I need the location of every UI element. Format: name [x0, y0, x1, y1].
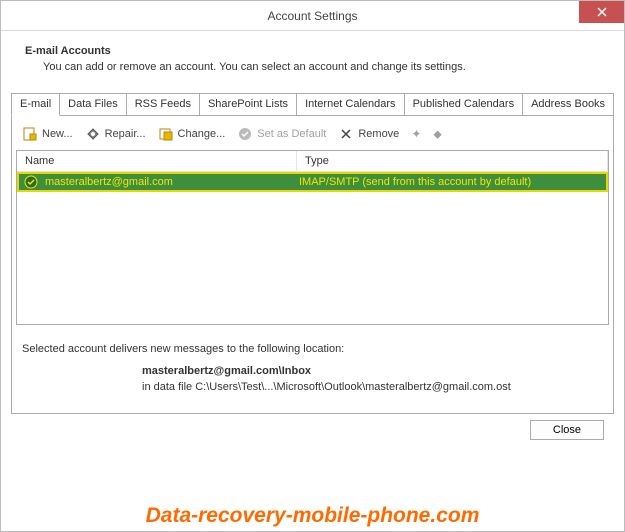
footer-info: Selected account delivers new messages t… [16, 325, 609, 409]
repair-icon [85, 126, 101, 142]
watermark: Data-recovery-mobile-phone.com [146, 504, 480, 528]
account-row[interactable]: masteralbertz@gmail.com IMAP/SMTP (send … [17, 172, 608, 192]
tab-published-calendars[interactable]: Published Calendars [404, 93, 524, 115]
tab-strip: E-mail Data Files RSS Feeds SharePoint L… [11, 93, 614, 116]
repair-label: Repair... [105, 128, 146, 140]
change-label: Change... [178, 128, 226, 140]
account-type: IMAP/SMTP (send from this account by def… [299, 176, 606, 188]
footer-location: masteralbertz@gmail.com\Inbox [22, 365, 603, 377]
tab-panel: New... Repair... Change... Set as Defaul… [11, 116, 614, 414]
change-button[interactable]: Change... [154, 124, 230, 144]
column-header-type[interactable]: Type [297, 151, 608, 171]
account-list: Name Type masteralbertz@gmail.com IMAP/S… [16, 150, 609, 325]
footer-intro: Selected account delivers new messages t… [22, 343, 603, 355]
window-close-button[interactable] [579, 1, 624, 23]
tab-data-files[interactable]: Data Files [59, 93, 127, 115]
header-section: E-mail Accounts You can add or remove an… [1, 31, 624, 93]
footer-datafile: in data file C:\Users\Test\...\Microsoft… [22, 381, 603, 393]
toolbar: New... Repair... Change... Set as Defaul… [16, 122, 609, 150]
remove-icon [338, 126, 354, 142]
tab-rss-feeds[interactable]: RSS Feeds [126, 93, 200, 115]
header-description: You can add or remove an account. You ca… [25, 61, 606, 73]
titlebar: Account Settings [1, 1, 624, 31]
set-default-button: Set as Default [233, 124, 330, 144]
new-button[interactable]: New... [18, 124, 77, 144]
close-icon [597, 7, 607, 17]
new-label: New... [42, 128, 73, 140]
move-up-button: ✦ [407, 127, 425, 141]
change-icon [158, 126, 174, 142]
move-down-button: ⬥ [429, 127, 445, 142]
tab-internet-calendars[interactable]: Internet Calendars [296, 93, 405, 115]
new-icon [22, 126, 38, 142]
remove-label: Remove [358, 128, 399, 140]
tab-email[interactable]: E-mail [11, 93, 60, 116]
tab-address-books[interactable]: Address Books [522, 93, 614, 115]
set-default-label: Set as Default [257, 128, 326, 140]
remove-button[interactable]: Remove [334, 124, 403, 144]
list-header: Name Type [17, 151, 608, 172]
header-title: E-mail Accounts [25, 45, 606, 57]
tab-sharepoint-lists[interactable]: SharePoint Lists [199, 93, 297, 115]
repair-button[interactable]: Repair... [81, 124, 150, 144]
column-header-name[interactable]: Name [17, 151, 297, 171]
close-button[interactable]: Close [530, 420, 604, 440]
account-name: masteralbertz@gmail.com [43, 176, 299, 188]
window-title: Account Settings [267, 9, 357, 23]
default-check-icon [23, 174, 39, 190]
check-icon [237, 126, 253, 142]
